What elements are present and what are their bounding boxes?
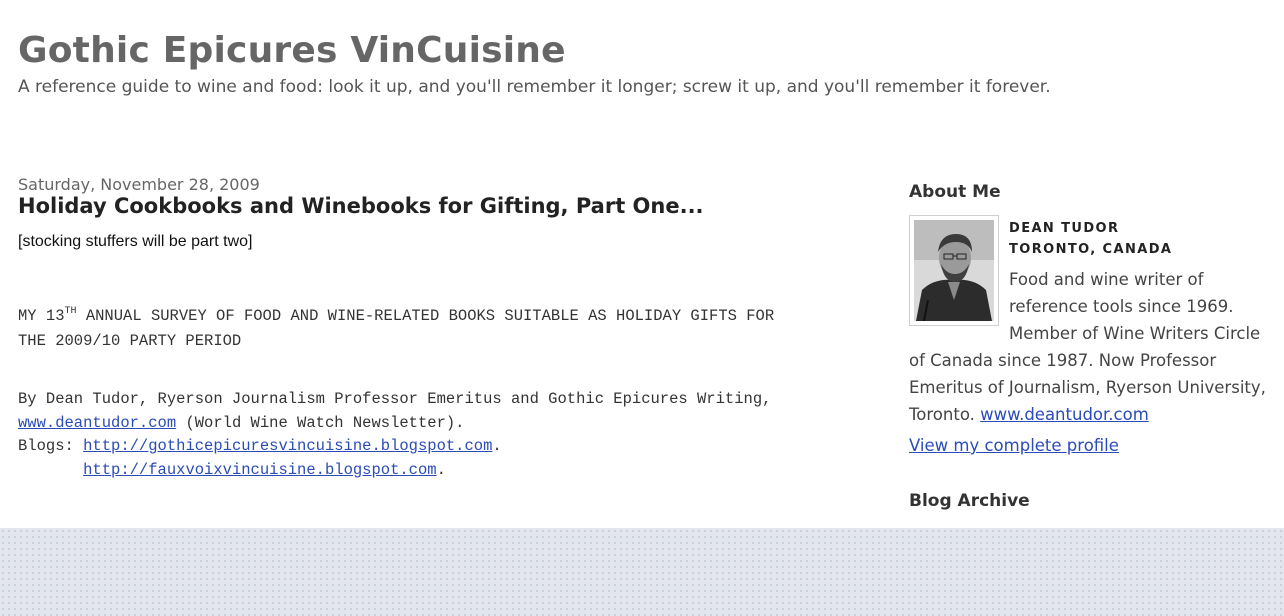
deantudor-link[interactable]: www.deantudor.com xyxy=(18,414,176,432)
profile-bio: Food and wine writer of reference tools … xyxy=(909,266,1281,428)
survey-line1-post: ANNUAL SURVEY OF FOOD AND WINE-RELATED B… xyxy=(76,307,775,325)
byline-after: (World Wine Watch Newsletter). xyxy=(176,413,465,432)
profile-name-block: DEAN TUDOR TORONTO, CANADA xyxy=(1009,218,1172,260)
byline-text: By Dean Tudor, Ryerson Journalism Profes… xyxy=(18,390,772,408)
survey-line2: THE 2009/10 PARTY PERIOD xyxy=(18,332,242,350)
post-title[interactable]: Holiday Cookbooks and Winebooks for Gift… xyxy=(18,194,704,218)
view-profile-link[interactable]: View my complete profile xyxy=(909,436,1119,455)
blog-link-gothic[interactable]: http://gothicepicuresvincuisine.blogspot… xyxy=(83,437,492,455)
profile-name[interactable]: DEAN TUDOR xyxy=(1009,218,1172,239)
survey-line1-pre: MY 13 xyxy=(18,307,65,325)
photo-float-spacer xyxy=(909,266,1009,346)
about-me-heading: About Me xyxy=(909,182,1001,202)
blogs-label: Blogs: xyxy=(18,437,84,455)
byline-block: By Dean Tudor, Ryerson Journalism Profes… xyxy=(18,390,772,479)
survey-superscript: TH xyxy=(64,306,77,317)
profile-location: TORONTO, CANADA xyxy=(1009,242,1173,257)
dotted-overlay-panel xyxy=(0,528,1284,616)
post-date: Saturday, November 28, 2009 xyxy=(18,175,260,194)
blog-archive-heading: Blog Archive xyxy=(909,491,1030,511)
post-subtitle: [stocking stuffers will be part two] xyxy=(18,233,253,250)
blog-link-fauxvoix[interactable]: http://fauxvoixvincuisine.blogspot.com xyxy=(83,461,436,479)
profile-website-link[interactable]: www.deantudor.com xyxy=(980,405,1149,424)
survey-heading: MY 13TH ANNUAL SURVEY OF FOOD AND WINE-R… xyxy=(18,304,774,354)
blog-description: A reference guide to wine and food: look… xyxy=(18,77,1051,97)
blog-title[interactable]: Gothic Epicures VinCuisine xyxy=(18,30,566,71)
